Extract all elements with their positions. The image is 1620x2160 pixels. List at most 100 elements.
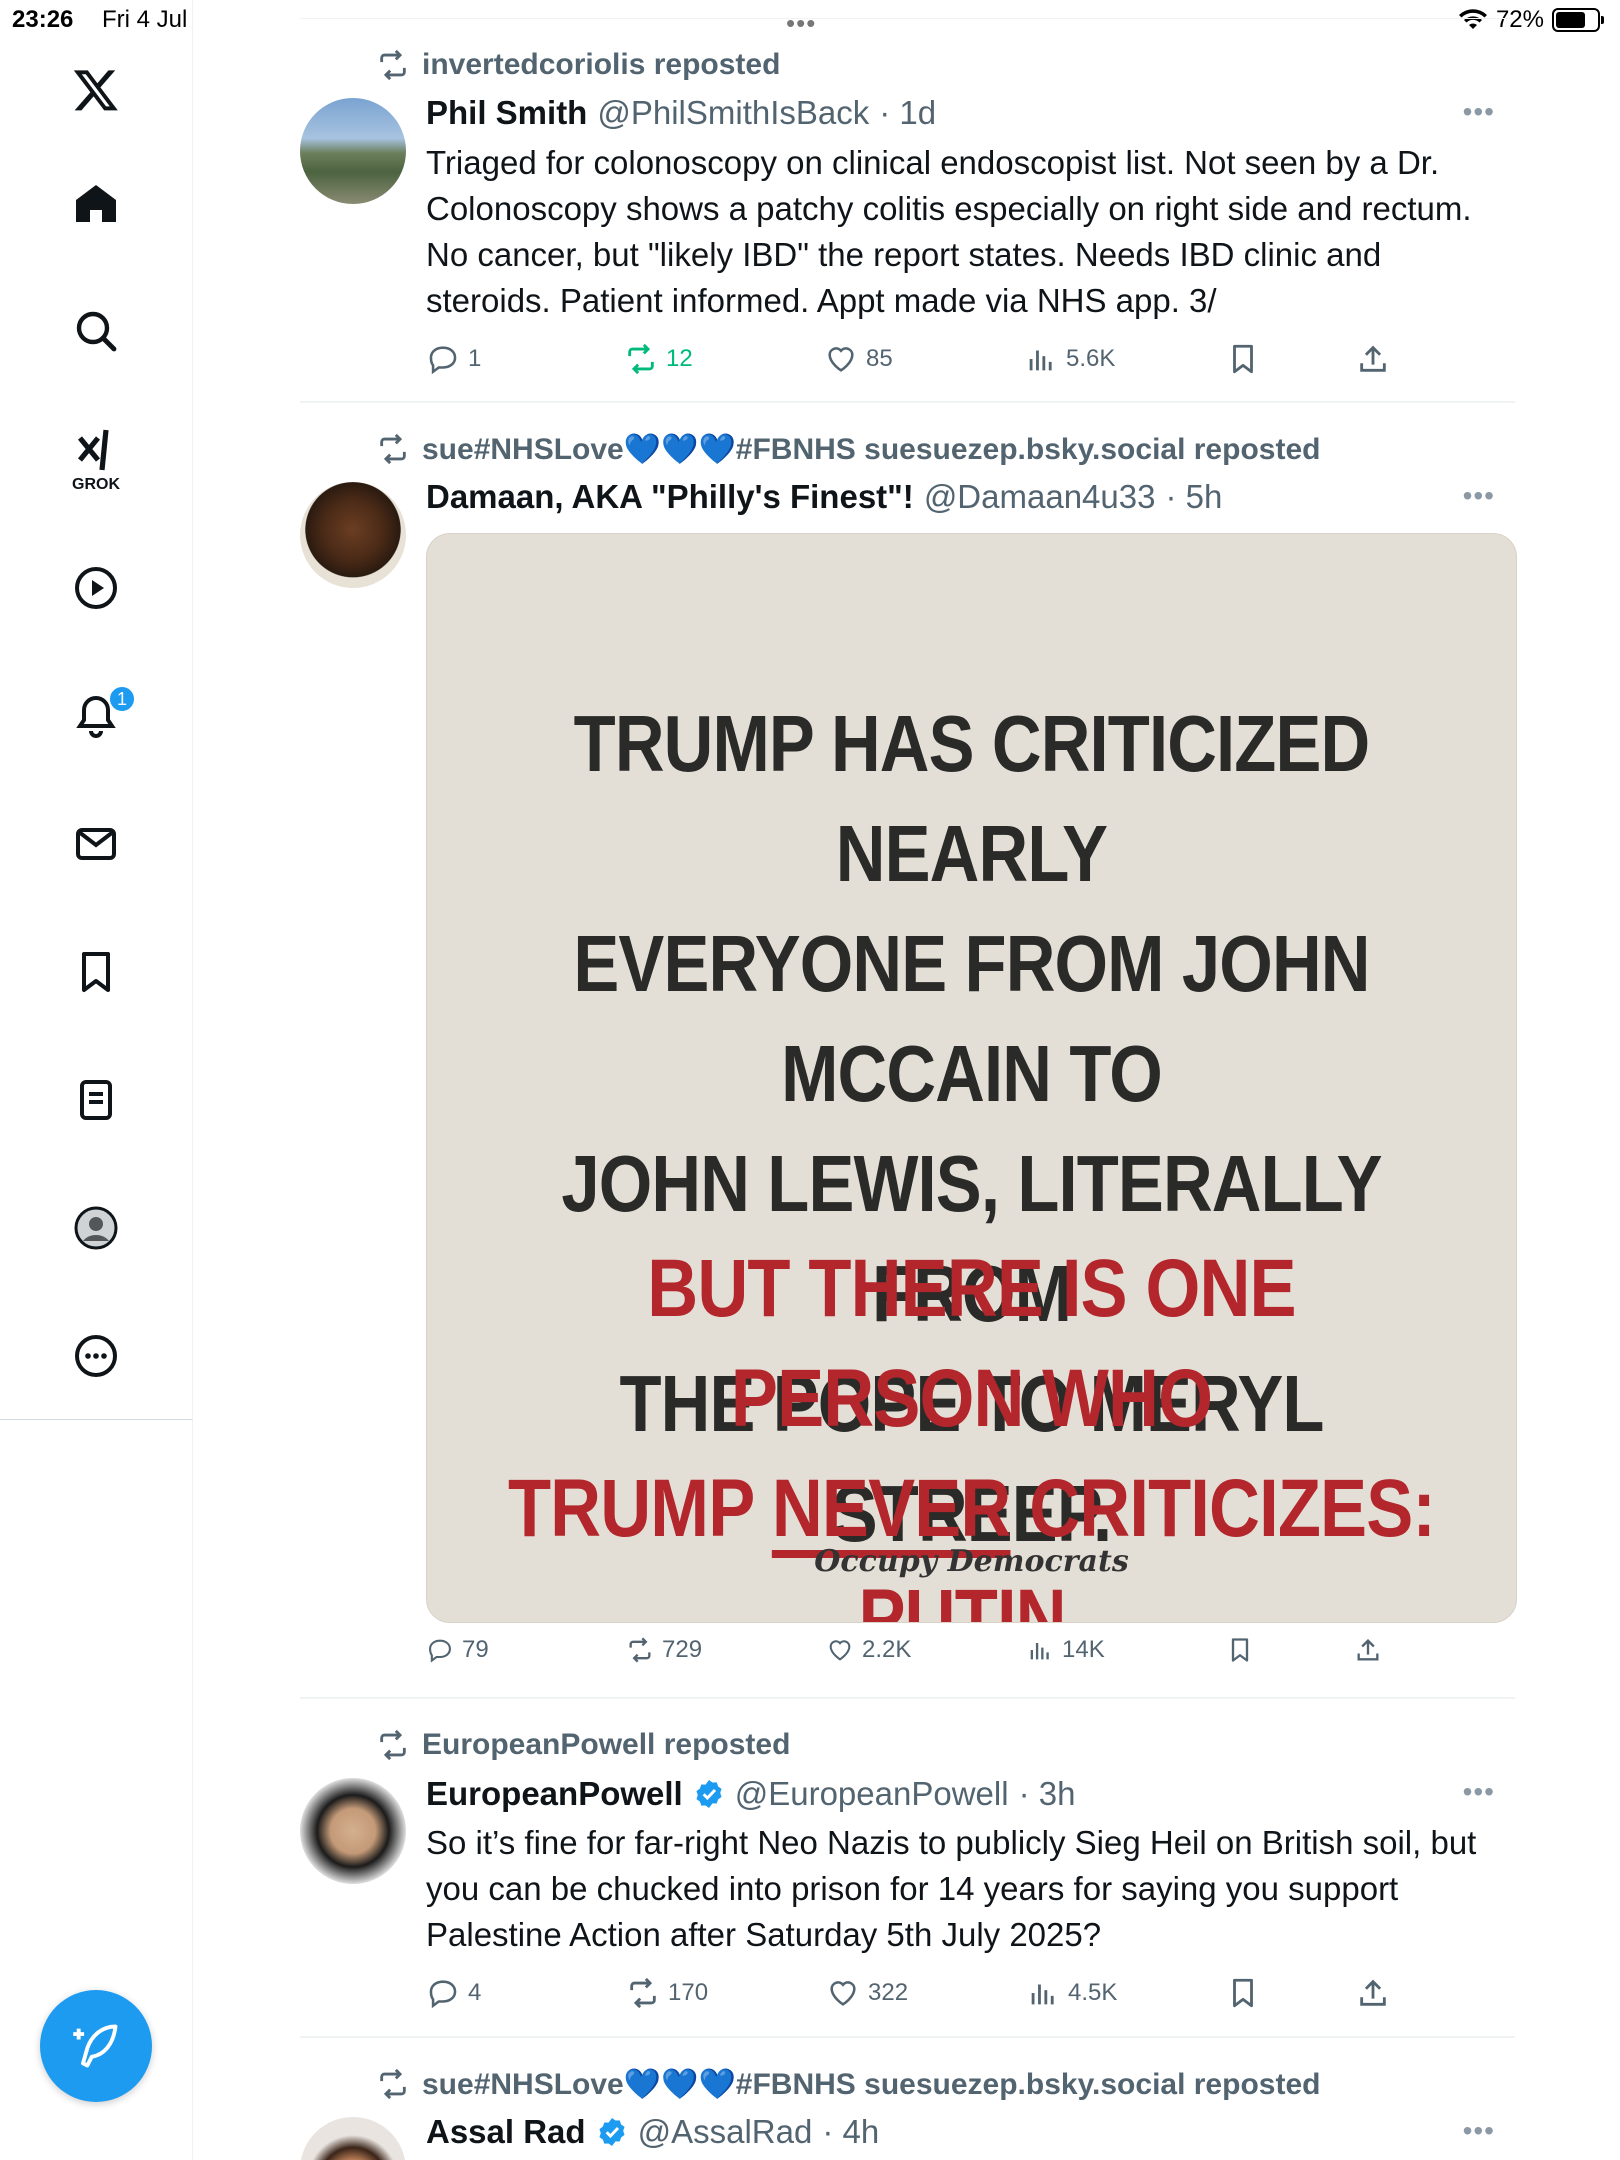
search-icon[interactable] — [66, 301, 126, 361]
repost-button[interactable]: 12 — [624, 342, 693, 376]
view-count: 4.5K — [1068, 1979, 1118, 2006]
meme-underlined-putin: PUTIN — [858, 1573, 1066, 1623]
repost-button[interactable]: 729 — [626, 1636, 702, 1664]
reply-count: 4 — [468, 1979, 482, 2006]
repost-button[interactable]: 170 — [626, 1976, 708, 2010]
author-handle[interactable]: @Damaan4u33 — [924, 478, 1156, 516]
author-name[interactable]: EuropeanPowell — [426, 1775, 683, 1813]
share-icon — [1360, 345, 1386, 372]
avatar[interactable] — [300, 1778, 406, 1884]
share-button[interactable] — [1356, 342, 1390, 376]
repost-by-text: invertedcoriolis reposted — [422, 48, 781, 81]
meme-line-final: TRUMP NEVER CRITICIZES: PUTIN. — [503, 1454, 1440, 1623]
like-count: 2.2K — [862, 1636, 912, 1663]
reply-button[interactable]: 1 — [426, 342, 481, 376]
compose-post-button[interactable] — [40, 1990, 152, 2102]
share-button[interactable] — [1354, 1636, 1382, 1664]
meme-underlined-never: NEVER — [771, 1463, 1012, 1554]
tweet-time[interactable]: · 5h — [1165, 478, 1222, 516]
feed-top-border — [300, 18, 1515, 19]
repost-icon — [380, 2068, 406, 2100]
reply-button[interactable]: 79 — [426, 1636, 489, 1664]
grok-label: GROK — [72, 476, 120, 493]
repost-attribution: sue#NHSLove💙💙💙#FBNHS suesuezep.bsky.soci… — [376, 2066, 1320, 2102]
repost-attribution: sue#NHSLove💙💙💙#FBNHS suesuezep.bsky.soci… — [376, 431, 1320, 467]
tweet-actions: 79 729 2.2K 14K — [426, 1636, 1426, 1676]
share-button[interactable] — [1356, 1976, 1390, 2010]
repost-icon — [629, 1637, 651, 1663]
more-options-icon[interactable] — [66, 1326, 126, 1386]
meme-fragment: . — [1065, 1573, 1086, 1623]
share-icon — [1357, 1639, 1379, 1661]
lists-icon[interactable] — [66, 1070, 126, 1130]
messages-envelope-icon[interactable] — [66, 814, 126, 874]
tweet-more-icon[interactable]: ••• — [1463, 2115, 1495, 2147]
tweet-actions: 1 12 85 5.6K — [426, 342, 1426, 382]
views-button[interactable]: 5.6K — [1024, 342, 1115, 376]
bookmark-icon — [1233, 344, 1253, 374]
like-button[interactable]: 85 — [824, 342, 893, 376]
repost-attribution: EuropeanPowell reposted — [376, 1727, 790, 1763]
tweet-more-icon[interactable]: ••• — [1463, 1776, 1495, 1808]
meme-line: BUT THERE IS ONE PERSON WHO — [647, 1243, 1296, 1444]
repost-by-text: sue#NHSLove💙💙💙#FBNHS suesuezep.bsky.soci… — [422, 432, 1321, 466]
home-icon[interactable] — [66, 174, 126, 234]
author-handle[interactable]: @AssalRad — [638, 2113, 813, 2151]
author-name[interactable]: Assal Rad — [426, 2113, 586, 2151]
bookmark-icon — [1231, 1638, 1249, 1662]
view-count: 5.6K — [1066, 345, 1116, 372]
tweet-image[interactable]: TRUMP HAS CRITICIZED NEARLY EVERYONE FRO… — [426, 533, 1517, 1623]
reply-button[interactable]: 4 — [426, 1976, 481, 2010]
reply-icon — [429, 1639, 451, 1663]
tweet-time[interactable]: · 4h — [822, 2113, 879, 2151]
repost-icon — [380, 1729, 406, 1761]
tweet-time[interactable]: · 1d — [879, 94, 936, 132]
repost-icon — [630, 1977, 656, 2009]
notification-badge: 1 — [108, 685, 136, 713]
bookmarks-icon[interactable] — [66, 942, 126, 1002]
tweet-more-icon[interactable]: ••• — [1463, 96, 1495, 128]
like-button[interactable]: 322 — [826, 1976, 908, 2010]
sidebar: GROK 1 — [0, 0, 193, 1420]
author-name[interactable]: Damaan, AKA "Philly's Finest"! — [426, 478, 914, 516]
reply-count: 1 — [468, 345, 482, 372]
views-button[interactable]: 14K — [1026, 1636, 1105, 1664]
author-handle[interactable]: @PhilSmithIsBack — [597, 94, 869, 132]
bookmark-button[interactable] — [1226, 1976, 1260, 2010]
tweet-text: So it’s fine for far-right Neo Nazis to … — [426, 1824, 1477, 1953]
author-handle[interactable]: @EuropeanPowell — [735, 1775, 1009, 1813]
share-icon — [1360, 1979, 1386, 2006]
bookmark-button[interactable] — [1226, 1636, 1254, 1664]
tweet-header: EuropeanPowell @EuropeanPowell · 3h — [426, 1772, 1075, 1816]
tweet-header: Phil Smith @PhilSmithIsBack · 1d — [426, 91, 936, 135]
meme-fragment: TRUMP — [507, 1463, 772, 1554]
repost-attribution: invertedcoriolis reposted — [376, 47, 780, 83]
avatar[interactable] — [300, 2117, 406, 2160]
status-bar: 23:26 Fri 4 Jul ••• 72% — [0, 0, 1620, 40]
author-name[interactable]: Phil Smith — [426, 94, 587, 132]
repost-count: 12 — [666, 345, 693, 372]
tweet-more-icon[interactable]: ••• — [1463, 480, 1495, 512]
video-play-icon[interactable] — [66, 558, 126, 618]
tweet-header: Damaan, AKA "Philly's Finest"! @Damaan4u… — [426, 475, 1222, 519]
bookmark-button[interactable] — [1226, 342, 1260, 376]
tweet-time[interactable]: · 3h — [1019, 1775, 1076, 1813]
like-button[interactable]: 2.2K — [826, 1636, 911, 1664]
reply-icon — [429, 346, 457, 375]
tweet-divider — [300, 2036, 1515, 2038]
multitasking-dots-icon[interactable]: ••• — [786, 8, 816, 39]
avatar[interactable] — [300, 98, 406, 204]
heart-icon — [830, 1981, 856, 2006]
bookmark-icon — [1233, 1978, 1253, 2008]
repost-icon — [628, 343, 654, 375]
compose-feather-icon — [73, 2024, 118, 2068]
profile-icon[interactable] — [66, 1198, 126, 1258]
x-logo-icon[interactable] — [66, 60, 126, 120]
views-button[interactable]: 4.5K — [1026, 1976, 1117, 2010]
meme-line: TRUMP HAS CRITICIZED NEARLY — [573, 699, 1371, 898]
verified-badge-icon — [696, 1780, 722, 1808]
grok-icon[interactable] — [66, 420, 126, 480]
tweet-header: Assal Rad @AssalRad · 4h — [426, 2110, 879, 2154]
avatar[interactable] — [300, 482, 406, 588]
repost-by-text: EuropeanPowell reposted — [422, 1728, 791, 1761]
